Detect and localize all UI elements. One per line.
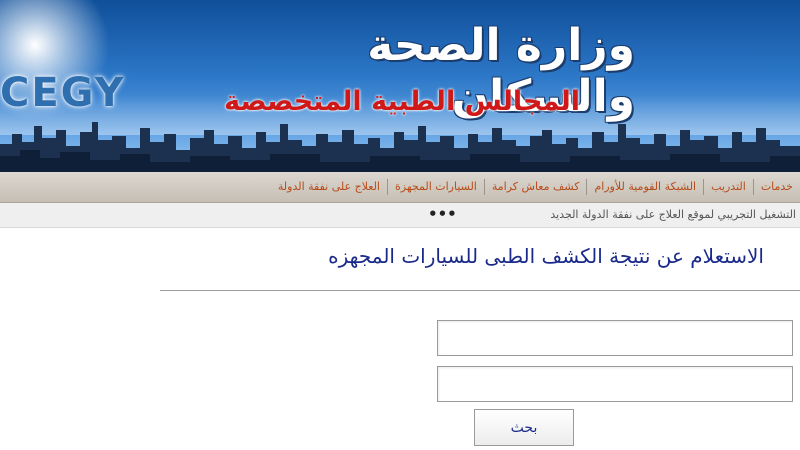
nav-divider [586, 179, 588, 195]
main-nav-bar: العلاج على نفقة الدولة السيارات المجهزة … [0, 172, 800, 203]
nav-list: العلاج على نفقة الدولة السيارات المجهزة … [271, 172, 800, 202]
news-ticker: التشغيل التجريبي لموقع العلاج على نفقة ا… [0, 203, 800, 228]
search-button[interactable]: بحث [474, 409, 574, 446]
nav-divider [703, 179, 705, 195]
nav-divider [752, 179, 754, 195]
nav-divider [386, 179, 388, 195]
nav-item-equipped-cars[interactable]: السيارات المجهزة [388, 172, 484, 202]
nav-divider [483, 179, 485, 195]
nav-item-training[interactable]: التدريب [704, 172, 753, 202]
page-title: الاستعلام عن نتيجة الكشف الطبى للسيارات … [328, 244, 764, 268]
ticker-dots: ••• [428, 205, 457, 223]
inquiry-input-2[interactable] [438, 367, 792, 401]
ticker-text[interactable]: التشغيل التجريبي لموقع العلاج على نفقة ا… [550, 203, 796, 227]
header-banner: CEGY وزارة الصحة والسكان المجالس الطبية … [0, 0, 800, 172]
title-divider [160, 290, 800, 291]
inquiry-field-1-wrapper [437, 320, 793, 356]
nav-item-oncology-network[interactable]: الشبكة القومية للأورام [587, 172, 703, 202]
nav-item-karama-pension[interactable]: كشف معاش كرامة [485, 172, 587, 202]
inquiry-input-1[interactable] [438, 321, 792, 355]
nav-item-services[interactable]: خدمات [754, 172, 800, 202]
inquiry-field-2-wrapper [437, 366, 793, 402]
logo: CEGY [0, 70, 126, 116]
nav-item-state-treatment[interactable]: العلاج على نفقة الدولة [271, 172, 387, 202]
city-skyline-graphic [0, 122, 800, 172]
